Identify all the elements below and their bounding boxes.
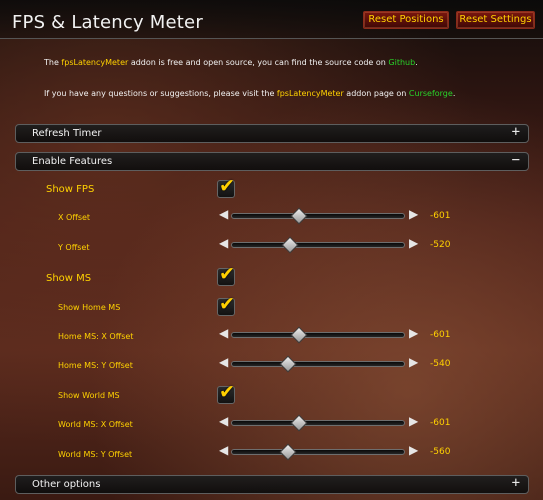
slider-thumb[interactable] <box>290 414 308 432</box>
check-icon: ✔ <box>219 381 235 403</box>
arrow-left-icon[interactable]: ◀ <box>219 443 228 457</box>
section-label: Enable Features <box>32 156 113 167</box>
slider-value: -601 <box>430 418 451 428</box>
slider-track[interactable] <box>231 361 405 367</box>
arrow-right-icon[interactable]: ▶ <box>409 414 418 428</box>
collapse-icon[interactable]: − <box>512 152 520 168</box>
arrow-right-icon[interactable]: ▶ <box>409 355 418 369</box>
window-title: FPS & Latency Meter <box>12 12 203 33</box>
home-ms-x-offset-label: Home MS: X Offset <box>58 332 134 341</box>
fps-x-offset-slider[interactable]: ◀ ▶ <box>219 207 418 225</box>
section-label: Other options <box>32 479 101 490</box>
intro-text: addon is free and open source, you can f… <box>128 58 389 67</box>
arrow-right-icon[interactable]: ▶ <box>409 443 418 457</box>
expand-icon[interactable]: + <box>512 475 520 491</box>
slider-track[interactable] <box>231 242 405 248</box>
slider-value: -601 <box>430 330 451 340</box>
check-icon: ✔ <box>219 263 235 285</box>
expand-icon[interactable]: + <box>512 124 520 140</box>
slider-value: -540 <box>430 359 451 369</box>
addon-name: fpsLatencyMeter <box>61 58 129 67</box>
home-ms-x-offset-slider[interactable]: ◀ ▶ <box>219 326 418 344</box>
show-ms-label: Show MS <box>46 273 92 284</box>
intro-text: The <box>44 58 62 67</box>
show-world-ms-label: Show World MS <box>58 391 120 400</box>
reset-positions-button[interactable]: Reset Positions <box>363 11 449 29</box>
show-home-ms-checkbox[interactable]: ✔ <box>217 293 235 316</box>
section-enable-features[interactable]: Enable Features − <box>15 152 529 171</box>
intro-text: addon page on <box>343 89 409 98</box>
arrow-right-icon[interactable]: ▶ <box>409 236 418 250</box>
intro-line-1: The fpsLatencyMeter addon is free and op… <box>44 58 418 67</box>
show-fps-label: Show FPS <box>46 184 95 195</box>
show-world-ms-checkbox[interactable]: ✔ <box>217 381 235 404</box>
slider-track[interactable] <box>231 332 405 338</box>
arrow-left-icon[interactable]: ◀ <box>219 414 228 428</box>
intro-text: If you have any questions or suggestions… <box>44 89 277 98</box>
slider-track[interactable] <box>231 420 405 426</box>
slider-value: -560 <box>430 447 451 457</box>
slider-value: -520 <box>430 240 451 250</box>
addon-name: fpsLatencyMeter <box>276 89 344 98</box>
slider-thumb[interactable] <box>290 207 308 225</box>
show-ms-checkbox[interactable]: ✔ <box>217 263 235 286</box>
slider-track[interactable] <box>231 449 405 455</box>
section-label: Refresh Timer <box>32 128 102 139</box>
world-ms-x-offset-slider[interactable]: ◀ ▶ <box>219 414 418 432</box>
github-link[interactable]: Github <box>388 58 415 67</box>
show-home-ms-label: Show Home MS <box>58 303 121 312</box>
arrow-left-icon[interactable]: ◀ <box>219 207 228 221</box>
arrow-right-icon[interactable]: ▶ <box>409 207 418 221</box>
reset-settings-button[interactable]: Reset Settings <box>456 11 535 29</box>
arrow-left-icon[interactable]: ◀ <box>219 326 228 340</box>
arrow-right-icon[interactable]: ▶ <box>409 326 418 340</box>
world-ms-y-offset-slider[interactable]: ◀ ▶ <box>219 443 418 461</box>
fps-y-offset-label: Y Offset <box>58 243 90 252</box>
slider-thumb[interactable] <box>279 443 297 461</box>
check-icon: ✔ <box>219 293 235 315</box>
arrow-left-icon[interactable]: ◀ <box>219 355 228 369</box>
slider-thumb[interactable] <box>279 355 297 373</box>
fps-y-offset-slider[interactable]: ◀ ▶ <box>219 236 418 254</box>
home-ms-y-offset-label: Home MS: Y Offset <box>58 361 133 370</box>
world-ms-y-offset-label: World MS: Y Offset <box>58 450 133 459</box>
section-other-options[interactable]: Other options + <box>15 475 529 494</box>
slider-track[interactable] <box>231 213 405 219</box>
world-ms-x-offset-label: World MS: X Offset <box>58 420 133 429</box>
arrow-left-icon[interactable]: ◀ <box>219 236 228 250</box>
slider-thumb[interactable] <box>290 326 308 344</box>
intro-line-2: If you have any questions or suggestions… <box>44 89 455 98</box>
slider-thumb[interactable] <box>281 236 299 254</box>
home-ms-y-offset-slider[interactable]: ◀ ▶ <box>219 355 418 373</box>
show-fps-checkbox[interactable]: ✔ <box>217 175 235 198</box>
intro-text: . <box>452 89 456 98</box>
check-icon: ✔ <box>219 175 235 197</box>
fps-x-offset-label: X Offset <box>58 213 91 222</box>
slider-value: -601 <box>430 211 451 221</box>
section-refresh-timer[interactable]: Refresh Timer + <box>15 124 529 143</box>
title-bar: FPS & Latency Meter Reset Positions Rese… <box>0 0 543 39</box>
intro-text: . <box>415 58 418 67</box>
curseforge-link[interactable]: Curseforge <box>409 89 453 98</box>
